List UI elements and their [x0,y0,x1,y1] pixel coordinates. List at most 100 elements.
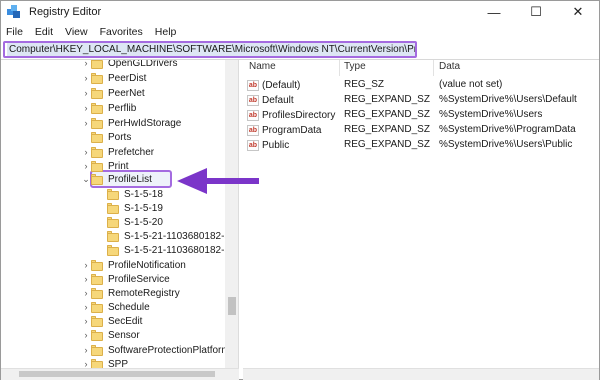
value-row[interactable]: ab ProgramData [247,123,321,137]
tree-item-label: PerHwIdStorage [108,117,182,129]
tree-item-label: Perflib [108,102,137,114]
folder-icon [91,344,103,356]
tree-item[interactable]: › Prefetcher [81,145,154,159]
column-header-type[interactable]: Type [344,61,366,75]
folder-icon [107,244,119,256]
key-tree-pane[interactable]: › OpenGLDrivers › PeerDist › PeerNet › P… [1,60,239,368]
expand-chevron-icon[interactable]: › [81,300,91,314]
registry-editor-app-icon [7,5,21,19]
expand-chevron-icon[interactable]: › [81,286,91,300]
expand-chevron-icon[interactable]: › [81,116,91,130]
folder-icon [107,202,119,214]
tree-vertical-scrollbar[interactable] [225,60,238,368]
expand-chevron-icon[interactable]: › [81,145,91,159]
tree-item[interactable]: › SecEdit [81,314,142,328]
minimize-button[interactable]: — [473,1,515,23]
menu-edit[interactable]: Edit [29,26,59,38]
value-row[interactable]: ab (Default) [247,78,300,92]
tree-item[interactable]: › SoftwareProtectionPlatform [81,343,230,357]
tree-item[interactable]: S-1-5-20 [97,215,163,229]
tree-scroll-thumb[interactable] [228,297,236,315]
tree-item[interactable]: › Sensor [81,328,140,342]
string-value-icon: ab [247,79,259,91]
expand-chevron-icon [97,243,107,257]
value-type: REG_SZ [344,79,385,90]
tree-item[interactable]: › RemoteRegistry [81,286,180,300]
menu-favorites[interactable]: Favorites [94,26,149,38]
tree-item-label: SecEdit [108,315,143,327]
value-type: REG_EXPAND_SZ [344,124,430,135]
expand-chevron-icon[interactable]: › [81,328,91,342]
tree-item-label: S-1-5-19 [124,202,163,214]
folder-icon [91,102,103,114]
menu-bar: File Edit View Favorites Help [1,23,599,41]
column-divider[interactable] [339,60,340,76]
tree-item-label: RemoteRegistry [108,287,180,299]
tree-item-profilelist[interactable]: ⌄ ProfileList [81,172,152,186]
tree-item-label: OpenGLDrivers [108,60,178,69]
expand-chevron-icon[interactable]: › [81,258,91,272]
tree-item[interactable]: › ProfileService [81,272,170,286]
tree-item-label: S-1-5-18 [124,188,163,200]
tree-item[interactable]: › Print [81,159,129,173]
tree-item[interactable]: › OpenGLDrivers [81,60,177,70]
address-bar[interactable]: Computer\HKEY_LOCAL_MACHINE\SOFTWARE\Mic… [3,41,417,58]
tree-item-label: S-1-5-21-1103680182-392 [124,244,239,256]
tree-item[interactable]: › Schedule [81,300,150,314]
title-bar[interactable]: Registry Editor — ☐ ✕ [1,1,599,23]
value-data: (value not set) [439,79,503,90]
expand-chevron-icon[interactable]: › [81,343,91,357]
expand-chevron-icon[interactable]: › [81,272,91,286]
tree-item-label: PeerNet [108,87,145,99]
value-row[interactable]: ab ProfilesDirectory [247,108,335,122]
tree-item[interactable]: › SPP [81,357,128,368]
string-value-icon: ab [247,124,259,136]
tree-item[interactable]: S-1-5-21-1103680182-392 [97,243,239,257]
tree-item[interactable]: S-1-5-19 [97,201,163,215]
tree-horizontal-thumb[interactable] [19,371,215,377]
address-path[interactable]: Computer\HKEY_LOCAL_MACHINE\SOFTWARE\Mic… [7,43,415,56]
expand-chevron-icon[interactable]: › [81,159,91,173]
values-horizontal-scrollbar[interactable] [243,368,599,380]
value-row[interactable]: ab Public [247,138,289,152]
window-title: Registry Editor [29,6,102,18]
folder-icon [91,131,103,143]
tree-item[interactable]: › PeerDist [81,71,146,85]
tree-item[interactable]: › ProfileNotification [81,258,186,272]
expand-chevron-icon[interactable]: › [81,101,91,115]
folder-icon [91,301,103,313]
column-header-name[interactable]: Name [249,61,276,75]
maximize-button[interactable]: ☐ [515,1,557,23]
collapse-chevron-icon[interactable]: ⌄ [81,172,91,186]
tree-item[interactable]: › Perflib [81,101,136,115]
value-type: REG_EXPAND_SZ [344,109,430,120]
menu-help[interactable]: Help [149,26,183,38]
value-name: ProgramData [262,124,322,136]
close-button[interactable]: ✕ [557,1,599,23]
value-type: REG_EXPAND_SZ [344,94,430,105]
folder-icon [91,117,103,129]
tree-item[interactable]: › PerHwIdStorage [81,116,181,130]
expand-chevron-icon[interactable]: › [81,86,91,100]
menu-file[interactable]: File [1,26,29,38]
expand-chevron-icon[interactable]: › [81,60,91,70]
tree-item[interactable]: S-1-5-21-1103680182-392 [97,229,238,243]
values-pane[interactable]: Name Type Data ab (Default) REG_SZ (valu… [243,60,599,368]
expand-chevron-icon[interactable]: › [81,71,91,85]
column-header-data[interactable]: Data [439,61,460,75]
expand-chevron-icon [97,187,107,201]
tree-item[interactable]: › PeerNet [81,86,145,100]
expand-chevron-icon[interactable]: › [81,314,91,328]
tree-item-label: S-1-5-20 [124,216,163,228]
expand-chevron-icon[interactable]: › [81,357,91,368]
folder-icon [91,273,103,285]
tree-item[interactable]: S-1-5-18 [97,187,163,201]
value-data: %SystemDrive%\ProgramData [439,124,576,135]
value-row[interactable]: ab Default [247,93,294,107]
menu-view[interactable]: View [59,26,94,38]
folder-icon [91,160,103,172]
column-divider[interactable] [433,60,434,76]
tree-item-label: SoftwareProtectionPlatform [108,344,230,356]
tree-item[interactable]: Ports [81,130,131,144]
tree-item-label: ProfileNotification [108,259,186,271]
